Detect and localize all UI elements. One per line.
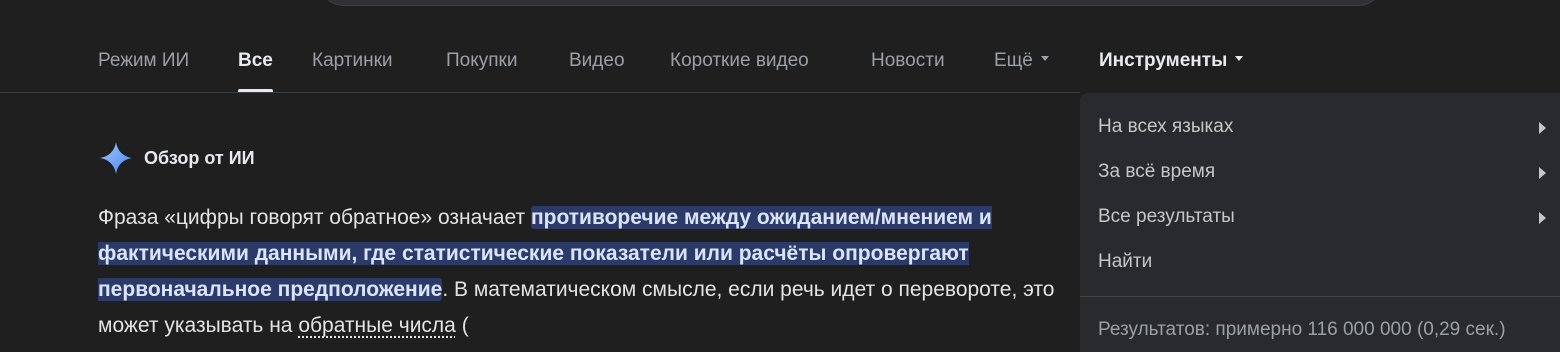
tabs-divider	[0, 92, 1080, 93]
chevron-down-icon	[1040, 56, 1049, 62]
tools-menu: На всех языках За всё время Все результа…	[1080, 93, 1560, 352]
menu-item-language[interactable]: На всех языках	[1098, 114, 1560, 142]
menu-item-results[interactable]: Все результаты	[1098, 204, 1560, 232]
chevron-down-icon	[1235, 56, 1244, 62]
menu-divider	[1080, 296, 1560, 297]
menu-item-find[interactable]: Найти	[1098, 249, 1560, 277]
tab-short-videos[interactable]: Короткие видео	[670, 48, 809, 92]
results-stats: Результатов: примерно 116 000 000 (0,29 …	[1098, 319, 1506, 340]
chevron-right-icon	[1539, 122, 1546, 134]
term-link[interactable]: обратные числа	[298, 314, 456, 337]
tab-images[interactable]: Картинки	[312, 48, 393, 92]
sparkle-icon	[100, 142, 132, 174]
tools-button[interactable]: Инструменты	[1099, 48, 1244, 92]
ai-overview-text: Фраза «цифры говорят обратное» означает …	[98, 206, 1055, 337]
menu-item-time[interactable]: За всё время	[1098, 159, 1560, 187]
tab-more[interactable]: Ещё	[994, 48, 1049, 92]
chevron-right-icon	[1539, 167, 1546, 179]
tab-videos[interactable]: Видео	[569, 48, 625, 92]
tab-ai-mode[interactable]: Режим ИИ	[98, 48, 189, 92]
tab-news[interactable]: Новости	[871, 48, 945, 92]
tab-all[interactable]: Все	[238, 48, 273, 92]
search-bar[interactable]	[318, 0, 1384, 6]
ai-overview-header: Обзор от ИИ	[98, 140, 255, 176]
ai-overview-title: Обзор от ИИ	[144, 147, 255, 168]
chevron-right-icon	[1539, 212, 1546, 224]
tab-shopping[interactable]: Покупки	[446, 48, 517, 92]
